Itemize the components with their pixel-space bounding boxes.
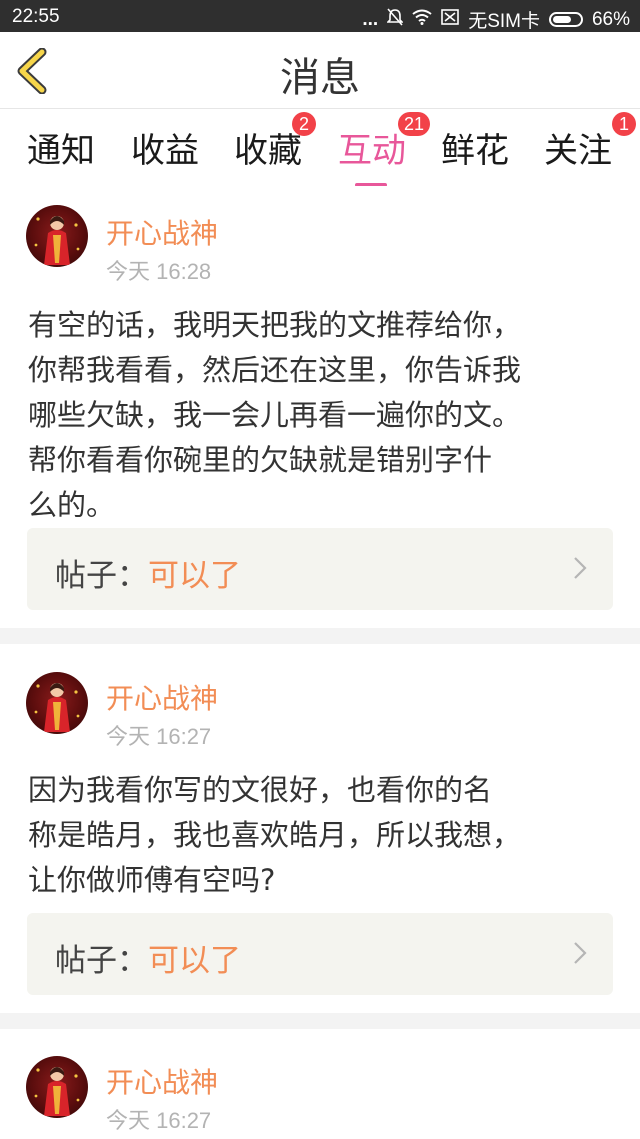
avatar[interactable] [26,672,88,734]
tab-label: 收益 [131,131,199,171]
avatar-image [34,216,80,265]
message-card: 开心战神 今天 16:28 有空的话，我明天把我的文推荐给你， 你帮我看看，然后… [0,186,640,628]
message-line: 让你做师傅有空吗? [28,863,276,897]
tab-bar: 通知 收益 收藏 2 互动 21 鲜花 关注 1 [0,109,640,187]
tab-badge: 1 [612,112,636,136]
message-card: 开心战神 今天 16:27 因为我看你写的文很好，也看你的名 称是皓月，我也喜欢… [0,644,640,1013]
message-feed: 开心战神 今天 16:28 有空的话，我明天把我的文推荐给你， 你帮我看看，然后… [0,186,640,1139]
username[interactable]: 开心战神 [106,1061,218,1101]
avatar-image [34,1067,80,1116]
post-label-text: 帖子： [55,943,148,979]
timestamp: 今天 16:27 [106,1108,212,1133]
tab-earnings[interactable]: 收益 [131,123,199,183]
message-line: 么的。 [28,488,116,522]
username[interactable]: 开心战神 [106,212,218,252]
post-label: 帖子：可以了 [55,550,241,595]
message-line: 哪些欠缺，我一会儿再看一遍你的文。 [28,398,522,432]
header-bar: 消息 [0,32,640,109]
timestamp: 今天 16:28 [106,259,212,284]
post-link[interactable]: 帖子：可以了 [27,913,613,995]
message-text: 因为我看你写的文很好，也看你的名 称是皓月，我也喜欢皓月，所以我想， 让你做师傅… [28,768,618,903]
post-title: 可以了 [148,943,241,979]
more-dots: ... [362,8,379,30]
tab-favorites[interactable]: 收藏 2 [234,112,316,183]
message-line: 你帮我看看，然后还在这里，你告诉我 [28,353,522,387]
message-line: 因为我看你写的文很好，也看你的名 [28,773,493,807]
tab-label: 关注 [544,131,612,171]
post-link[interactable]: 帖子：可以了 [27,528,613,610]
tab-label: 互动 [338,131,406,171]
battery-percent: 66% [591,8,630,30]
tab-label: 鲜花 [441,131,509,171]
divider [0,1013,640,1029]
page-title: 消息 [280,55,360,101]
status-icons: ... 无SIM卡 66% [362,6,630,33]
tab-badge: 2 [292,112,316,136]
tab-badge: 21 [398,112,431,136]
message-line: 帮你看看你碗里的欠缺就是错别字什 [28,443,493,477]
sim-card-icon [441,9,459,30]
post-label: 帖子：可以了 [55,935,241,980]
message-card: 开心战神 今天 16:27 [0,1029,640,1139]
message-line: 称是皓月，我也喜欢皓月，所以我想， [28,818,522,852]
message-text: 有空的话，我明天把我的文推荐给你， 你帮我看看，然后还在这里，你告诉我 哪些欠缺… [28,303,618,528]
avatar[interactable] [26,1056,88,1118]
status-time: 22:55 [12,6,60,27]
battery-icon [548,12,583,27]
tab-flowers[interactable]: 鲜花 [441,123,509,183]
mute-bell-icon [386,8,405,31]
chevron-right-icon [574,557,587,579]
divider [0,628,640,644]
message-line: 有空的话，我明天把我的文推荐给你， [28,308,522,342]
username[interactable]: 开心战神 [106,677,218,717]
sim-status: 无SIM卡 [468,11,540,32]
status-bar: 22:55 ... 无SIM卡 66% [0,0,640,32]
post-label-text: 帖子： [55,558,148,594]
timestamp: 今天 16:27 [106,724,212,749]
avatar-image [34,683,80,732]
tab-label: 收藏 [234,131,302,171]
tab-follows[interactable]: 关注 1 [544,112,636,183]
chevron-right-icon [574,942,587,964]
wifi-icon [412,9,432,30]
post-title: 可以了 [148,558,241,594]
tab-label: 通知 [27,131,95,171]
avatar[interactable] [26,205,88,267]
tab-notifications[interactable]: 通知 [27,123,95,183]
tab-interactions[interactable]: 互动 21 [338,112,431,187]
